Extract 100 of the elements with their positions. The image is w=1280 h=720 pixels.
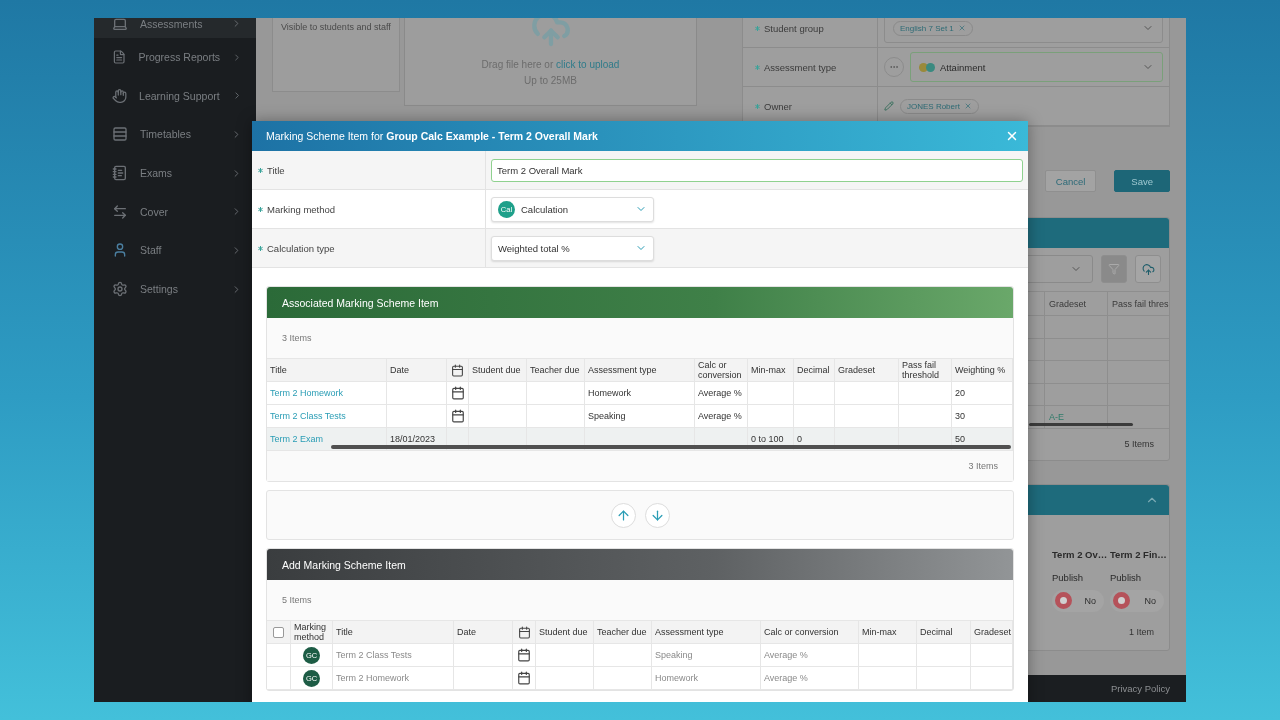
cancel-button[interactable]: Cancel [1044, 170, 1097, 192]
column-header: Title [336, 626, 353, 638]
calendar-icon[interactable] [517, 625, 531, 639]
item-count: 3 Items [282, 333, 312, 343]
table-cell: Average % [764, 650, 808, 660]
modal-title: Marking Scheme Item for Group Calc Example - Term 2 Overall Mark [266, 130, 598, 142]
arrow-down-icon [649, 507, 665, 523]
swap-icon [112, 203, 128, 220]
save-button[interactable]: Save [1114, 170, 1170, 192]
column-header: Gradeset [974, 626, 1012, 638]
column-header: Date [390, 364, 409, 376]
item-count: 3 Items [968, 461, 998, 471]
column-header: Student due [539, 626, 588, 638]
column-header: Pass fail threshold [902, 359, 941, 381]
field-label: Student group [764, 22, 824, 34]
section-header: Associated Marking Scheme Item [267, 287, 1013, 318]
table-cell: Average % [698, 388, 742, 398]
column-header: Gradeset [838, 364, 876, 376]
field-label: Calculation type [267, 242, 335, 254]
sidebar-item[interactable]: Assessments [94, 18, 256, 38]
column-header: Term 2 Ov… [1052, 548, 1108, 560]
column-header: Calc or conversion [698, 359, 743, 381]
table-cell: 20 [955, 388, 965, 398]
table-cell: Term 2 Class Tests [336, 650, 412, 660]
item-count: 5 Items [282, 595, 312, 605]
sidebar-item[interactable]: Settings [94, 269, 256, 309]
field-label: Marking method [267, 203, 336, 215]
column-header: Title [270, 364, 287, 376]
publish-label: Publish [1052, 572, 1084, 584]
select-all-checkbox[interactable] [273, 626, 284, 638]
column-header: Min-max [862, 626, 897, 638]
sidebar-item[interactable]: Progress Reports [94, 37, 256, 77]
table-row[interactable]: Term 2 Homework Homework Average % 20 [267, 382, 1013, 405]
column-header: Gradeset [1049, 298, 1087, 309]
table-cell: Speaking [655, 650, 693, 660]
table-row[interactable]: Term 2 Class Tests Speaking Average % 30 [267, 405, 1013, 428]
column-header: Decimal [920, 626, 953, 638]
publish-toggle[interactable]: No [1052, 589, 1104, 612]
group-select[interactable]: English 7 Set 1 [884, 18, 1163, 43]
field-label: Title [267, 164, 285, 176]
cloud-upload-icon [530, 18, 571, 49]
calendar-icon[interactable] [450, 386, 465, 400]
column-header: Term 2 Fin… [1110, 548, 1167, 560]
column-header: Teacher due [597, 626, 647, 638]
sidebar-item[interactable]: Exams [94, 153, 256, 193]
title-link[interactable]: Term 2 Homework [270, 388, 343, 398]
table-cell: 50 [955, 434, 965, 444]
table-cell: Homework [655, 673, 698, 683]
publish-toggle[interactable]: No [1110, 589, 1164, 612]
scrollbar[interactable] [1029, 422, 1133, 426]
scrollbar[interactable] [331, 445, 1011, 449]
column-header: Assessment type [588, 364, 657, 376]
type-select[interactable]: Attainment [910, 52, 1163, 82]
table-cell: Speaking [588, 411, 626, 421]
title-link[interactable]: Term 2 Class Tests [270, 411, 346, 421]
field-label: Owner [764, 100, 792, 112]
gear-icon [112, 281, 128, 298]
field-label: Assessment type [764, 61, 837, 73]
table-cell: Homework [588, 388, 631, 398]
close-icon[interactable] [963, 102, 972, 110]
laptop-icon [112, 18, 128, 32]
notebook-icon [112, 165, 128, 182]
title-input[interactable]: Term 2 Overall Mark [491, 158, 1023, 182]
filter-icon [1108, 263, 1120, 275]
upload-button[interactable] [1135, 255, 1161, 283]
move-down-button[interactable] [644, 502, 670, 528]
close-icon[interactable] [957, 24, 966, 32]
table-cell: 30 [955, 411, 965, 421]
sidebar-item[interactable]: Timetables [94, 115, 256, 154]
column-header: Student due [472, 364, 521, 376]
column-header: Decimal [797, 364, 830, 376]
list-icon [112, 126, 128, 143]
calendar-icon[interactable] [451, 363, 464, 377]
dots-icon [919, 62, 935, 72]
column-header: Weighting % [955, 364, 1006, 376]
visibility-note: Visible to students and staff [281, 22, 391, 32]
section-header: Add Marking Scheme Item [267, 549, 1013, 580]
publish-label: Publish [1110, 572, 1142, 584]
sidebar-item[interactable]: Learning Support [94, 76, 256, 116]
privacy-link[interactable]: Privacy Policy [1110, 683, 1170, 694]
sidebar-item[interactable]: Staff [94, 231, 256, 270]
select-field[interactable]: Weighted total % [491, 235, 654, 261]
column-header: Calc or conversion [764, 626, 839, 638]
move-up-button[interactable] [610, 502, 636, 528]
chevron-icon [232, 51, 242, 63]
document-icon [112, 49, 127, 66]
column-header: Pass fail thres [1112, 298, 1169, 309]
edit-icon[interactable] [884, 101, 894, 111]
table-cell: 18/01/2023 [390, 434, 436, 444]
table-cell: Average % [698, 411, 742, 421]
close-icon[interactable] [1005, 129, 1019, 143]
calendar-icon[interactable] [450, 409, 465, 423]
sidebar-item[interactable]: Cover [94, 192, 256, 232]
title-link[interactable]: Term 2 Exam [270, 434, 323, 444]
item-count: 5 Items [1124, 439, 1154, 450]
table-cell: Average % [764, 673, 808, 683]
table-cell: 0 to 100 [751, 434, 784, 444]
hand-icon [112, 87, 128, 104]
table-cell: A-E [1049, 412, 1064, 423]
table-cell: Term 2 Homework [336, 673, 409, 683]
